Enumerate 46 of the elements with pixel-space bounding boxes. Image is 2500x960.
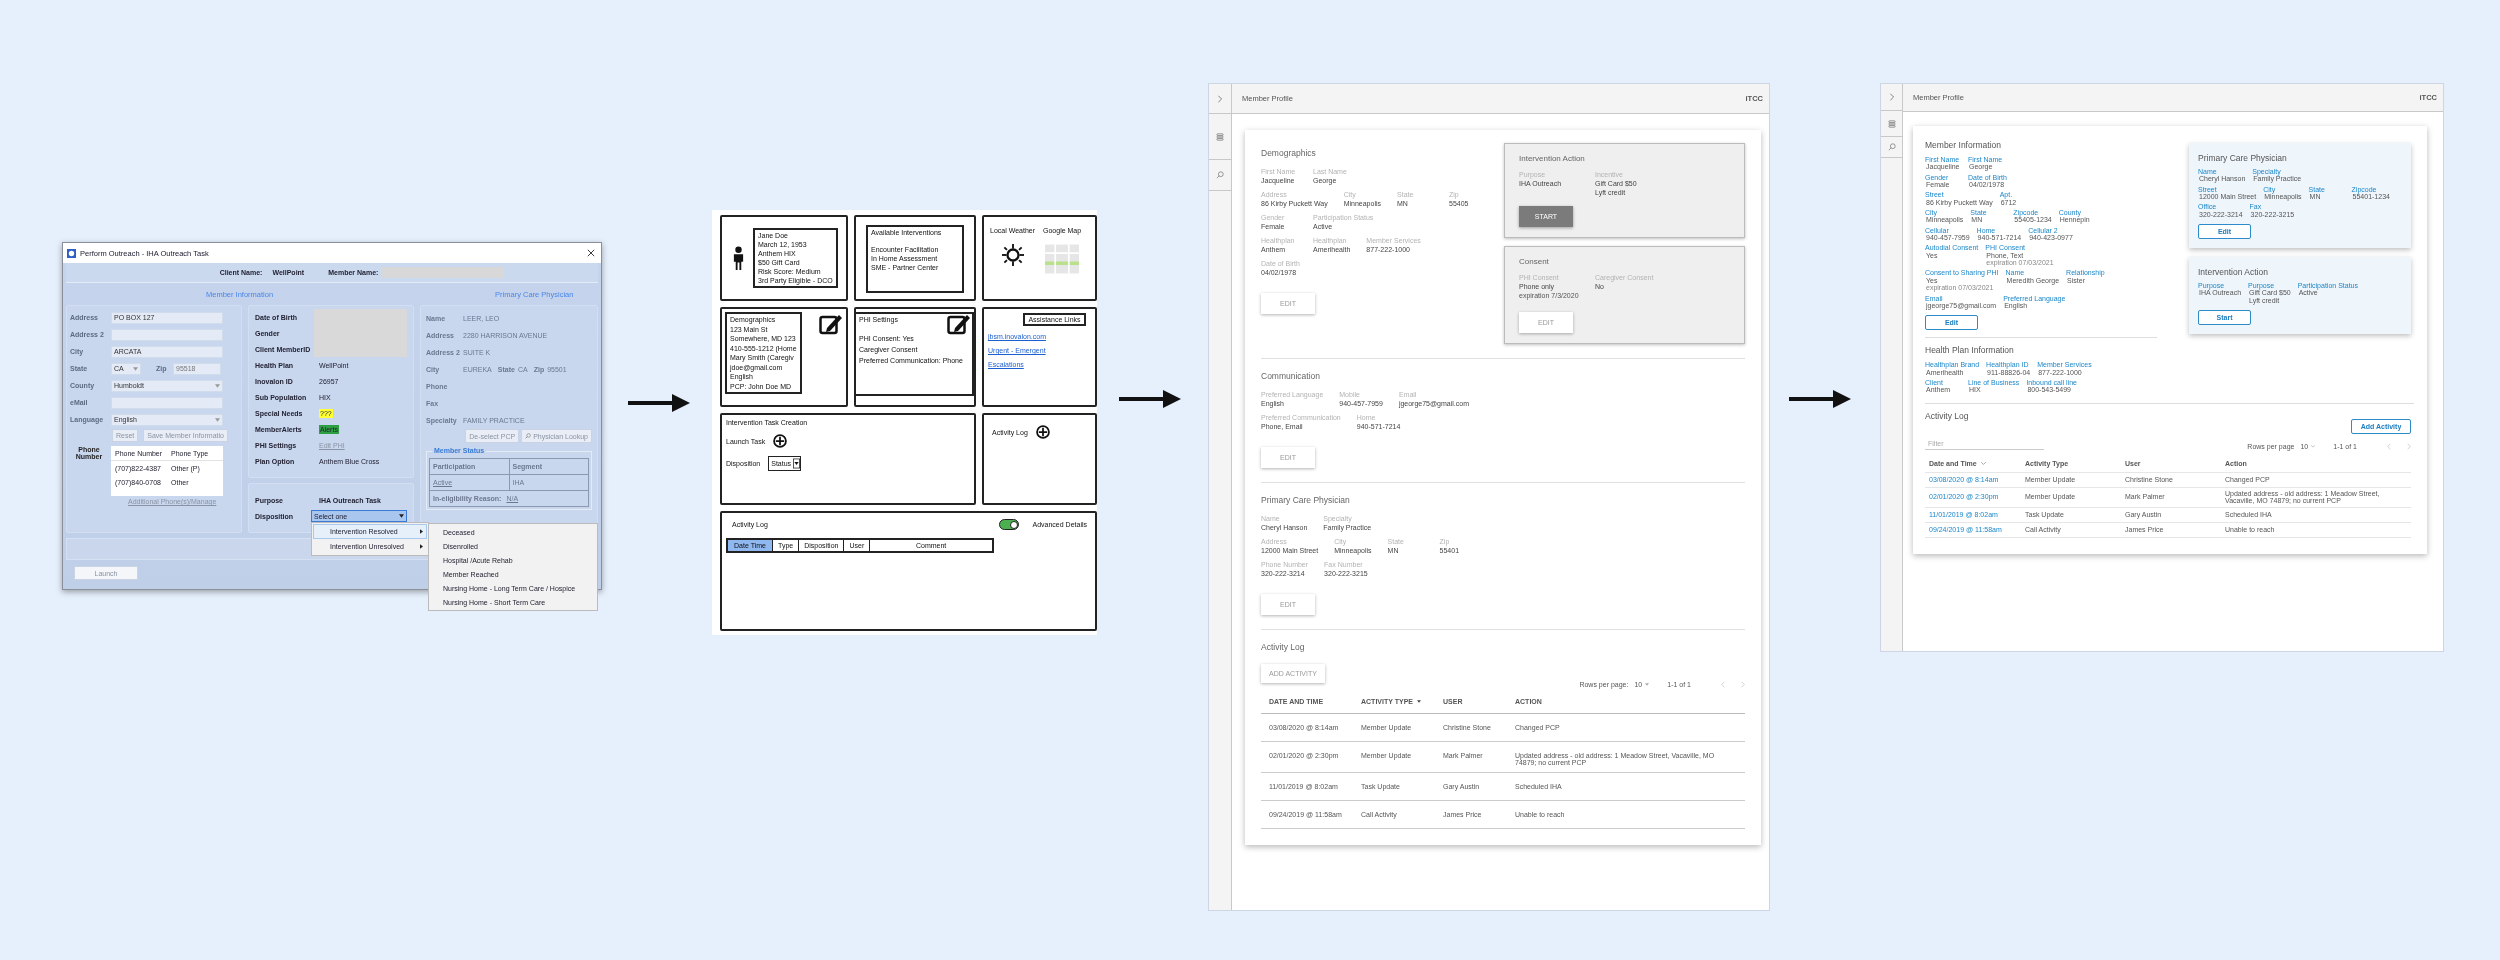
caret-icon bbox=[793, 458, 801, 469]
submenu-arrow-icon bbox=[420, 544, 423, 549]
caret-icon bbox=[2311, 444, 2316, 448]
search-icon bbox=[1216, 171, 1224, 179]
list-icon bbox=[1216, 132, 1224, 141]
section-title: Health Plan Information bbox=[1925, 345, 2014, 356]
input-field[interactable] bbox=[111, 328, 223, 341]
submenu-arrow-icon bbox=[420, 529, 423, 534]
caret-icon bbox=[1645, 683, 1650, 686]
chevron-left-icon[interactable] bbox=[2387, 442, 2391, 450]
right-arrow bbox=[1789, 388, 1851, 410]
section-title: Communication bbox=[1261, 371, 1321, 381]
close-icon[interactable] bbox=[587, 249, 595, 257]
section-title: Activity Log bbox=[1925, 410, 1969, 421]
right-arrow bbox=[1119, 388, 1181, 410]
input-field[interactable] bbox=[111, 396, 223, 409]
section-title: Primary Care Physician bbox=[1261, 495, 1350, 505]
section-title: Demographics bbox=[1261, 148, 1316, 158]
section-title: Consent bbox=[1519, 257, 1549, 266]
chevron-left-icon[interactable] bbox=[1721, 681, 1725, 688]
search-icon bbox=[525, 433, 532, 439]
app-icon bbox=[67, 248, 76, 258]
list-icon bbox=[1887, 119, 1896, 128]
add-icon[interactable] bbox=[773, 434, 788, 448]
section-title: Member Information bbox=[1925, 140, 2002, 150]
edit-icon[interactable] bbox=[947, 313, 971, 335]
caret-icon bbox=[133, 366, 138, 371]
caret-icon bbox=[215, 417, 220, 422]
add-icon[interactable] bbox=[1035, 425, 1050, 439]
caret-icon bbox=[215, 383, 220, 388]
section-title: Activity Log bbox=[1261, 642, 1305, 652]
edit-icon[interactable] bbox=[819, 313, 843, 335]
section-title: Primary Care Physician bbox=[2198, 153, 2287, 163]
caret-icon bbox=[399, 514, 404, 518]
map-icon bbox=[1045, 244, 1080, 274]
section-title: Intervention Action bbox=[1519, 154, 1585, 163]
section-title: Intervention Action bbox=[2198, 267, 2268, 278]
toggle-switch[interactable] bbox=[998, 519, 1019, 530]
right-arrow bbox=[628, 392, 690, 414]
chevron-right-icon bbox=[1887, 93, 1896, 101]
chevron-right-icon bbox=[1216, 94, 1224, 103]
person-icon bbox=[732, 246, 745, 270]
search-icon bbox=[1887, 143, 1896, 151]
chevron-right-icon[interactable] bbox=[2407, 442, 2411, 450]
sun-icon bbox=[1001, 244, 1024, 266]
chevron-right-icon[interactable] bbox=[1741, 681, 1745, 688]
